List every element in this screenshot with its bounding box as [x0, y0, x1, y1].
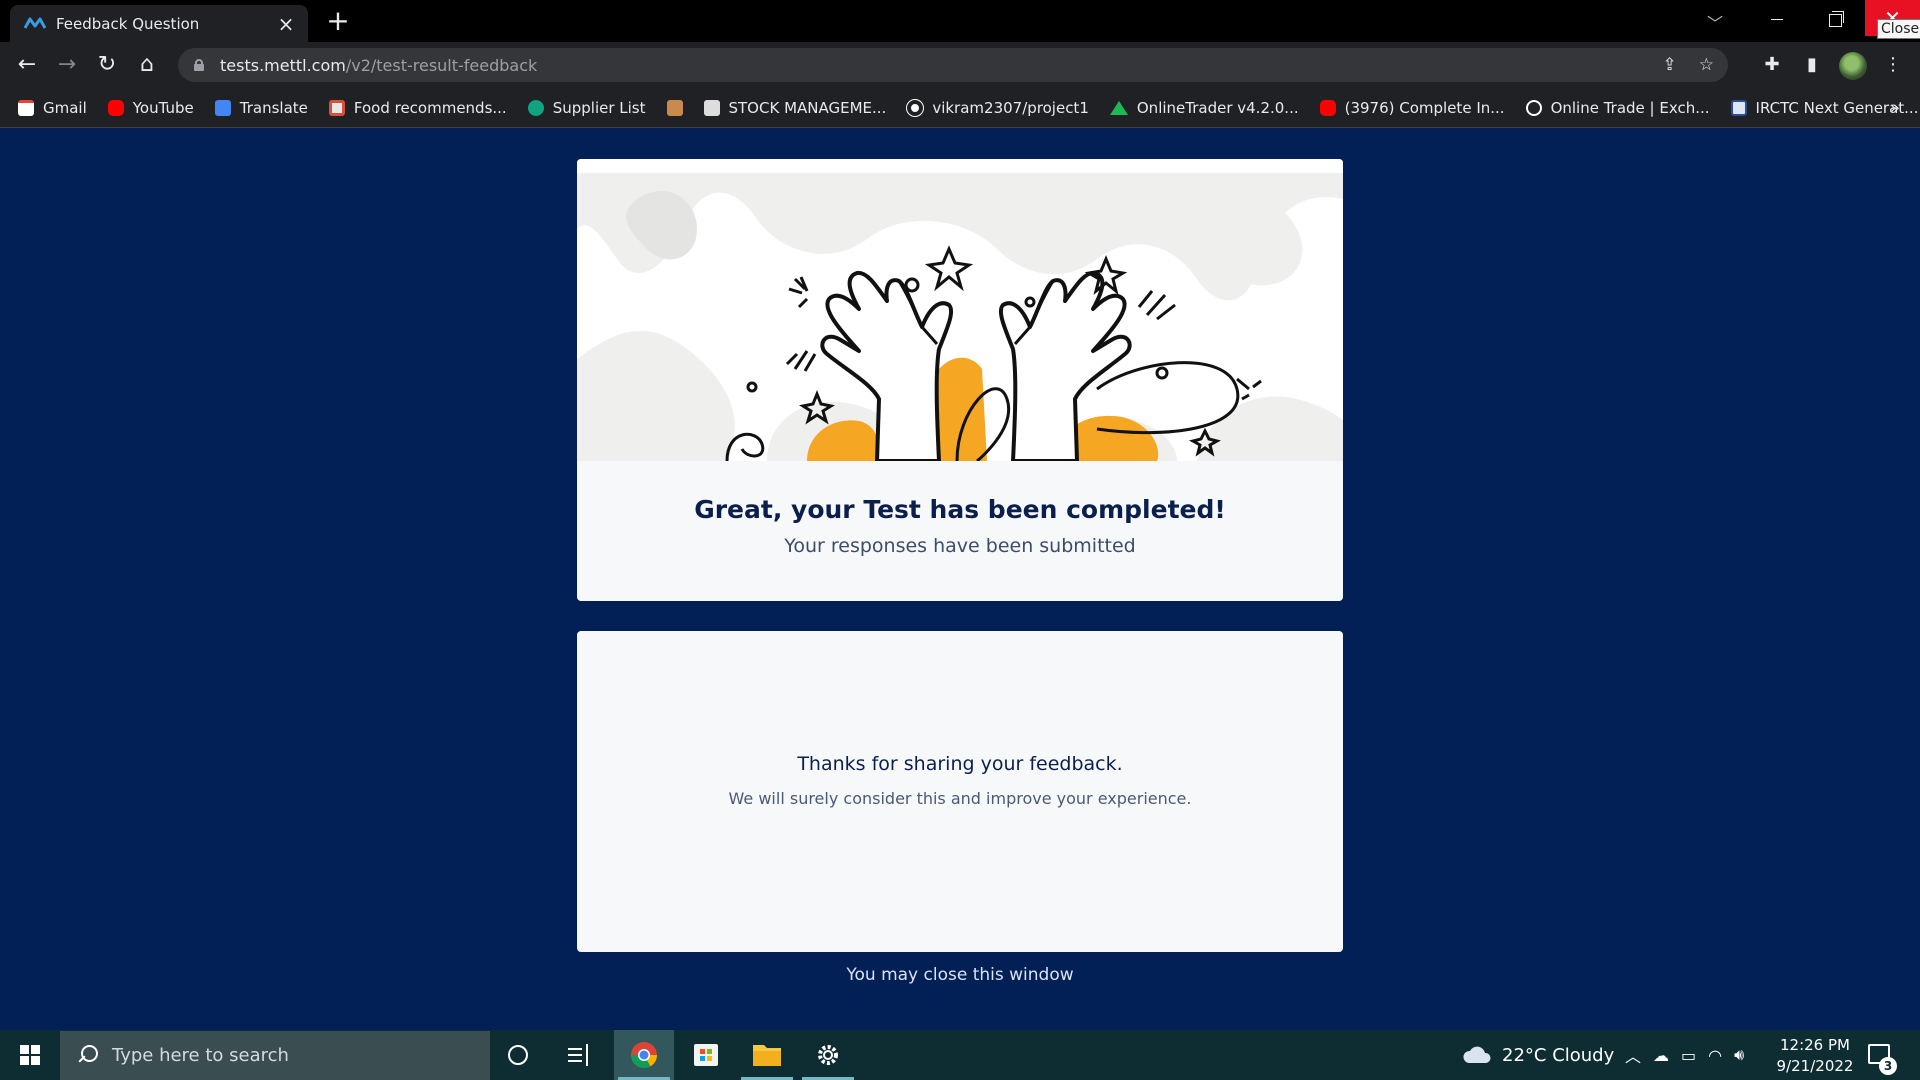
system-tray: ︿ ☁ ▭ ◠ 🔊︎ — [1625, 1030, 1744, 1080]
tab-strip: Feedback Question × + ﹀ ✕ Close — [0, 0, 1920, 42]
cloud-icon — [1463, 1046, 1491, 1063]
bookmarks-bar: Gmail YouTube Translate Food recommends.… — [0, 88, 1920, 128]
back-arrow-icon[interactable]: ← — [10, 48, 44, 82]
high-five-illustration — [577, 159, 1343, 461]
trader-icon — [1109, 100, 1128, 115]
bookmark-github[interactable]: vikram2307/project1 — [907, 99, 1089, 117]
wifi-icon[interactable]: ◠ — [1708, 1046, 1722, 1065]
bookmark-stock[interactable]: STOCK MANAGEME... — [703, 99, 886, 117]
taskbar-search-placeholder: Type here to search — [112, 1045, 289, 1066]
taskbar-search-input[interactable]: Type here to search — [60, 1031, 490, 1080]
volume-icon[interactable]: 🔊︎ — [1734, 1045, 1744, 1065]
weather-text: 22°C Cloudy — [1502, 1044, 1615, 1066]
irctc-icon — [1730, 99, 1747, 116]
bookmark-online-trader[interactable]: OnlineTrader v4.2.0... — [1109, 99, 1299, 117]
onedrive-cloud-icon[interactable]: ☁ — [1653, 1046, 1669, 1065]
gmail-icon — [18, 99, 34, 116]
taskbar-file-explorer-app[interactable] — [737, 1030, 797, 1080]
feedback-thanks-title: Thanks for sharing your feedback. — [797, 753, 1123, 775]
battery-icon[interactable]: ▭ — [1681, 1046, 1696, 1065]
bookmark-image[interactable] — [666, 99, 683, 116]
close-tooltip: Close — [1877, 19, 1920, 39]
taskbar-settings-app[interactable] — [798, 1030, 858, 1080]
bookmark-gmail[interactable]: Gmail — [18, 99, 87, 117]
menu-kebab-icon[interactable]: ⋮ — [1878, 50, 1908, 80]
youtube-icon — [1319, 99, 1336, 116]
share-icon[interactable]: ⇪ — [1663, 55, 1677, 75]
notification-count-badge: 3 — [1879, 1057, 1897, 1075]
globe-icon — [1525, 99, 1542, 116]
feedback-thanks-subtitle: We will surely consider this and improve… — [728, 789, 1192, 808]
lock-icon[interactable] — [194, 59, 204, 71]
bookmarks-more-chevron-icon[interactable]: » — [1890, 98, 1900, 117]
windows-start-icon[interactable] — [8, 1030, 52, 1080]
completion-title: Great, your Test has been completed! — [694, 495, 1226, 524]
restore-button[interactable] — [1818, 4, 1852, 34]
bookmark-online-trade[interactable]: Online Trade | Exch... — [1525, 99, 1710, 117]
translate-icon — [214, 99, 231, 116]
mettl-favicon-icon — [24, 17, 46, 29]
new-tab-button[interactable]: + — [322, 7, 354, 37]
bookmark-supplier-list[interactable]: Supplier List — [527, 99, 646, 117]
home-icon[interactable]: ⌂ — [130, 48, 164, 82]
bookmark-youtube[interactable]: YouTube — [107, 99, 194, 117]
profile-avatar[interactable] — [1839, 52, 1867, 80]
extensions-puzzle-icon[interactable]: ✚ — [1757, 50, 1787, 80]
bookmark-food[interactable]: Food recommends... — [328, 99, 507, 117]
minimize-button[interactable] — [1760, 4, 1794, 34]
clock-time: 12:26 PM — [1780, 1036, 1850, 1054]
supplier-icon — [527, 99, 544, 116]
youtube-icon — [107, 99, 124, 116]
browser-tab[interactable]: Feedback Question × — [10, 5, 308, 42]
food-icon — [328, 99, 345, 116]
gear-icon — [818, 1045, 838, 1065]
cortana-icon[interactable] — [508, 1045, 528, 1065]
tray-chevron-up-icon[interactable]: ︿ — [1625, 1043, 1641, 1067]
taskbar-chrome-app[interactable] — [614, 1030, 674, 1080]
feedback-card: Thanks for sharing your feedback. We wil… — [577, 631, 1343, 952]
microsoft-store-icon — [694, 1044, 718, 1066]
taskbar-store-app[interactable] — [676, 1030, 736, 1080]
bookmark-translate[interactable]: Translate — [214, 99, 308, 117]
folder-icon — [753, 1045, 781, 1066]
weather-widget[interactable]: 22°C Cloudy — [1462, 1030, 1614, 1080]
github-icon — [907, 99, 924, 116]
completion-subtitle: Your responses have been submitted — [784, 535, 1136, 557]
tab-close-icon[interactable]: × — [274, 12, 298, 36]
taskbar-clock[interactable]: 12:26 PM 9/21/2022 — [1770, 1035, 1860, 1077]
stock-icon — [703, 99, 720, 116]
windows-taskbar: Type here to search 22°C Cloudy ︿ ☁ ▭ ◠ … — [0, 1030, 1920, 1080]
bookmark-image-icon — [666, 99, 683, 116]
tab-search-chevron-icon[interactable]: ﹀ — [1707, 10, 1723, 34]
clock-date: 9/21/2022 — [1776, 1057, 1854, 1075]
close-window-note: You may close this window — [846, 965, 1074, 985]
bookmark-youtube-course[interactable]: (3976) Complete In... — [1319, 99, 1505, 117]
task-view-icon[interactable] — [568, 1044, 592, 1066]
url-host: tests.mettl.com — [220, 55, 346, 75]
forward-arrow-icon[interactable]: → — [50, 48, 84, 82]
address-bar[interactable]: tests.mettl.com/v2/test-result-feedback … — [178, 48, 1728, 82]
chrome-icon — [630, 1042, 658, 1069]
url-path: /v2/test-result-feedback — [345, 55, 538, 75]
browser-toolbar: ← → ↻ ⌂ tests.mettl.com/v2/test-result-f… — [0, 42, 1920, 88]
reload-icon[interactable]: ↻ — [90, 48, 124, 82]
completion-card: Great, your Test has been completed! You… — [577, 159, 1343, 601]
tab-title: Feedback Question — [56, 14, 200, 33]
side-panel-icon[interactable]: ▮ — [1797, 50, 1827, 80]
bookmark-star-icon[interactable]: ☆ — [1699, 55, 1714, 75]
search-icon — [76, 1044, 98, 1067]
